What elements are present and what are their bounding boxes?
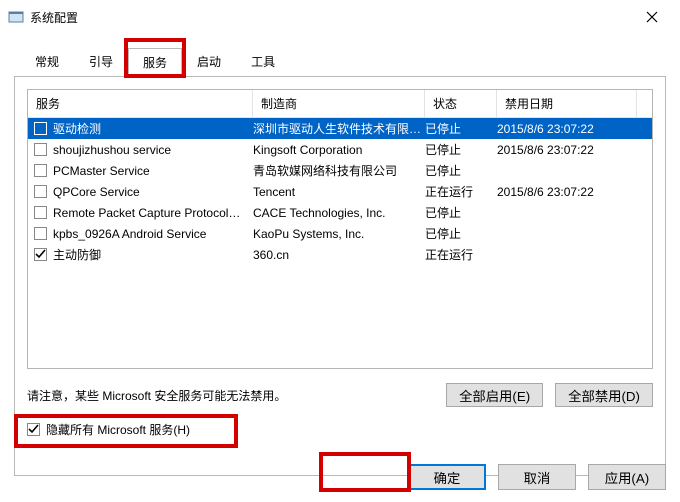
table-row[interactable]: kpbs_0926A Android Service KaoPu Systems,…: [28, 223, 652, 244]
table-row[interactable]: shoujizhushou service Kingsoft Corporatio…: [28, 139, 652, 160]
table-row[interactable]: 驱动检测 深圳市驱动人生软件技术有限…已停止2015/8/6 23:07:22: [28, 118, 652, 139]
hide-ms-services-label: 隐藏所有 Microsoft 服务(H): [46, 421, 190, 438]
disable-date: 2015/8/6 23:07:22: [497, 185, 637, 199]
manufacturer: Tencent: [253, 185, 425, 199]
enable-all-button[interactable]: 全部启用(E): [446, 383, 543, 407]
window-title: 系统配置: [30, 9, 78, 26]
apply-button[interactable]: 应用(A): [588, 464, 666, 490]
tab-boot[interactable]: 引导: [74, 47, 128, 76]
service-name: PCMaster Service: [53, 164, 150, 178]
col-disable-date[interactable]: 禁用日期: [497, 90, 637, 117]
service-name: kpbs_0926A Android Service: [53, 227, 206, 241]
table-row[interactable]: PCMaster Service 青岛软媒网络科技有限公司已停止: [28, 160, 652, 181]
services-list[interactable]: 服务 制造商 状态 禁用日期 驱动检测深圳市驱动人生软件技术有限…已停止2015…: [27, 89, 653, 369]
status: 已停止: [425, 162, 497, 179]
row-checkbox[interactable]: [34, 143, 47, 156]
list-header: 服务 制造商 状态 禁用日期: [28, 90, 652, 118]
service-name: 主动防御: [53, 246, 101, 263]
manufacturer: 深圳市驱动人生软件技术有限…: [253, 120, 425, 137]
col-status[interactable]: 状态: [425, 90, 497, 117]
security-note: 请注意，某些 Microsoft 安全服务可能无法禁用。: [27, 387, 434, 404]
disable-date: 2015/8/6 23:07:22: [497, 122, 637, 136]
row-checkbox[interactable]: [34, 185, 47, 198]
table-row[interactable]: QPCore Service Tencent正在运行2015/8/6 23:07:…: [28, 181, 652, 202]
manufacturer: 360.cn: [253, 248, 425, 262]
col-service[interactable]: 服务: [28, 90, 253, 117]
status: 正在运行: [425, 183, 497, 200]
status: 正在运行: [425, 246, 497, 263]
manufacturer: 青岛软媒网络科技有限公司: [253, 162, 425, 179]
manufacturer: Kingsoft Corporation: [253, 143, 425, 157]
dialog-footer: 确定 取消 应用(A): [408, 464, 666, 490]
row-checkbox[interactable]: [34, 248, 47, 261]
close-button[interactable]: [632, 2, 672, 32]
tab-strip: 常规 引导 服务 启动 工具: [14, 48, 666, 76]
service-name: Remote Packet Capture Protocol…: [53, 206, 240, 220]
status: 已停止: [425, 225, 497, 242]
status: 已停止: [425, 204, 497, 221]
tab-general[interactable]: 常规: [20, 47, 74, 76]
tab-tools[interactable]: 工具: [236, 47, 290, 76]
row-checkbox[interactable]: [34, 164, 47, 177]
table-row[interactable]: Remote Packet Capture Protocol… CACE Tech…: [28, 202, 652, 223]
disable-all-button[interactable]: 全部禁用(D): [555, 383, 653, 407]
status: 已停止: [425, 141, 497, 158]
hide-ms-services-checkbox[interactable]: [27, 423, 40, 436]
manufacturer: KaoPu Systems, Inc.: [253, 227, 425, 241]
row-checkbox[interactable]: [34, 206, 47, 219]
service-name: QPCore Service: [53, 185, 140, 199]
tab-startup[interactable]: 启动: [182, 47, 236, 76]
manufacturer: CACE Technologies, Inc.: [253, 206, 425, 220]
col-manufacturer[interactable]: 制造商: [253, 90, 425, 117]
status: 已停止: [425, 120, 497, 137]
tab-services[interactable]: 服务: [128, 48, 182, 77]
ok-button[interactable]: 确定: [408, 464, 486, 490]
disable-date: 2015/8/6 23:07:22: [497, 143, 637, 157]
titlebar: 系统配置: [0, 0, 680, 34]
app-icon: [8, 9, 24, 25]
row-checkbox[interactable]: [34, 227, 47, 240]
service-name: shoujizhushou service: [53, 143, 171, 157]
service-name: 驱动检测: [53, 120, 101, 137]
table-row[interactable]: 主动防御 360.cn正在运行: [28, 244, 652, 265]
row-checkbox[interactable]: [34, 122, 47, 135]
cancel-button[interactable]: 取消: [498, 464, 576, 490]
tab-panel-services: 服务 制造商 状态 禁用日期 驱动检测深圳市驱动人生软件技术有限…已停止2015…: [14, 76, 666, 476]
msconfig-window: 系统配置 常规 引导 服务 启动 工具 服务 制造商 状态 禁用日期 驱动检测 深…: [0, 0, 680, 502]
